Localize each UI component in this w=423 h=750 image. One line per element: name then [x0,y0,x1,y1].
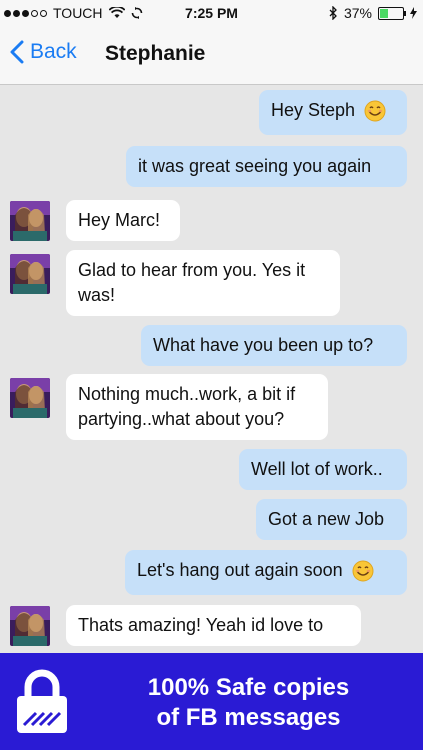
message-bubble: What have you been up to? [141,325,407,366]
charging-bolt-icon [410,7,417,19]
bluetooth-icon [329,6,337,20]
battery-percentage: 37% [343,5,372,21]
contact-avatar[interactable] [10,201,50,241]
contact-avatar[interactable] [10,254,50,294]
message-bubble: Nothing much..work, a bit if partying..w… [66,374,328,440]
contact-avatar[interactable] [10,606,50,646]
navigation-bar: Back Stephanie [0,26,423,85]
battery-icon [378,6,406,20]
smiley-face-icon [364,100,386,122]
conversation-title: Stephanie [105,42,206,65]
message-bubble: Hey Steph [259,90,407,135]
message-bubble: Glad to hear from you. Yes it was! [66,250,340,316]
banner-line-1: 100% Safe copies [147,674,350,701]
message-bubble: Thats amazing! Yeah id love to [66,605,361,646]
banner-line-2: of FB messages [156,704,341,731]
chevron-left-icon [10,40,24,64]
promo-banner[interactable]: 100% Safe copies of FB messages [0,653,423,750]
back-button[interactable]: Back [10,40,77,64]
smiley-face-icon [352,560,374,582]
status-bar: TOUCH 7:25 PM 37% [0,0,423,26]
message-bubble: Well lot of work.. [239,449,407,490]
message-bubble: Hey Marc! [66,200,180,241]
lock-icon [17,669,67,733]
back-button-label: Back [30,40,77,63]
banner-text: 100% Safe copies of FB messages [88,673,409,733]
message-bubble: Got a new Job [256,499,407,540]
message-bubble: it was great seeing you again [126,146,407,187]
message-list: Hey Steph it was great seeing you again … [0,85,423,653]
contact-avatar[interactable] [10,378,50,418]
message-bubble: Let's hang out again soon [125,550,407,595]
